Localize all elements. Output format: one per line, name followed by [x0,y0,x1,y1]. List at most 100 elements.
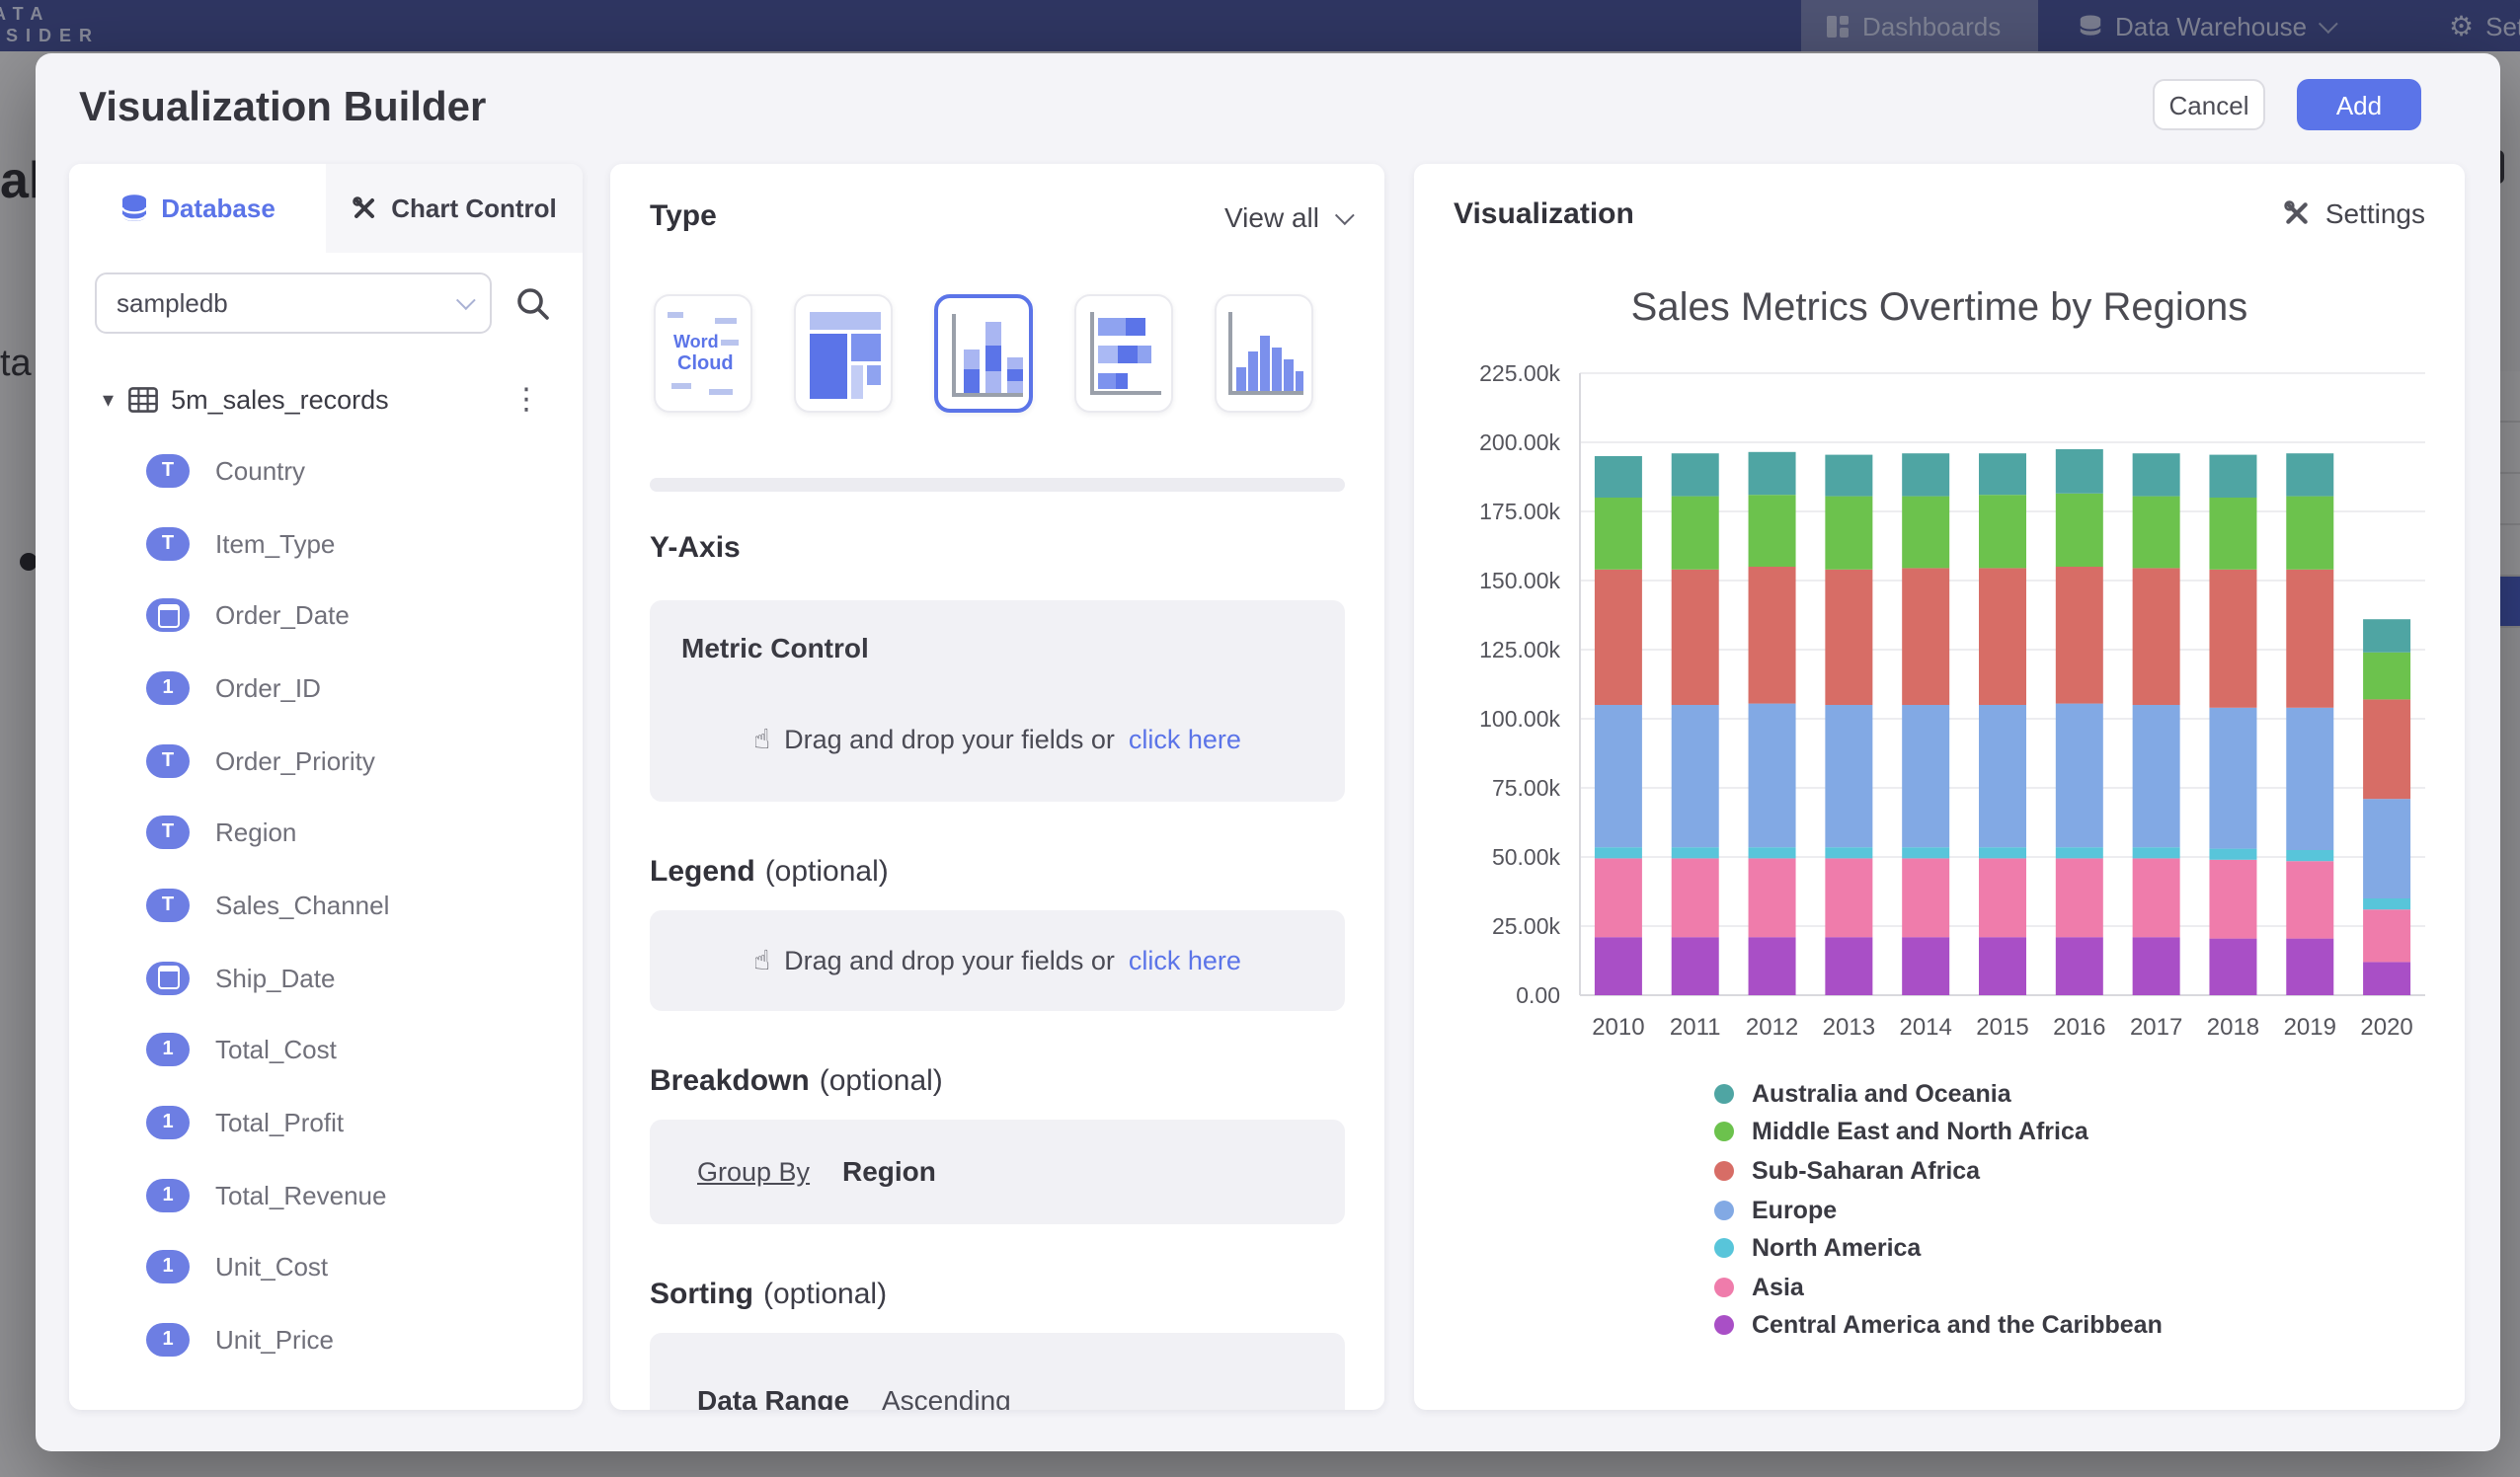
drop-hint-text: Drag and drop your fields or [784,725,1115,754]
legend-heading: Legend(optional) [650,855,889,889]
svg-text:2017: 2017 [2130,1014,2182,1041]
group-by-link[interactable]: Group By [697,1157,810,1187]
chart-legend: Australia and Oceania Middle East and No… [1714,1074,2163,1345]
field-item[interactable]: Total_Cost [69,1014,583,1086]
number-type-icon [146,1106,190,1139]
legend-item[interactable]: Europe [1714,1191,2163,1229]
legend-dot [1714,1238,1734,1258]
table-tree-header[interactable]: ▾ 5m_sales_records ⋮ [103,377,549,421]
visualization-builder-modal: Visualization Builder Cancel Add Databas… [36,53,2500,1451]
table-name: 5m_sales_records [171,384,490,414]
tap-hand-icon: ☝ [753,944,770,977]
treemap-thumbnail [796,296,891,411]
chevron-down-icon [1335,204,1355,224]
date-type-icon [146,961,190,994]
legend-dot [1714,1316,1734,1336]
data-range-link[interactable]: Data Range [697,1384,849,1410]
legend-item[interactable]: North America [1714,1229,2163,1268]
chart-type-treemap[interactable] [794,294,893,413]
drop-hint-text: Drag and drop your fields or [784,946,1115,975]
svg-text:0.00: 0.00 [1516,982,1560,1008]
field-item[interactable]: Order_Date [69,580,583,652]
svg-text:2011: 2011 [1670,1014,1721,1041]
text-type-icon [146,526,190,560]
stacked-bar-chart: 0.0025.00k50.00k75.00k100.00k125.00k150.… [1414,164,2465,1072]
chart-type-stacked-column[interactable] [934,294,1033,413]
svg-text:2019: 2019 [2284,1014,2336,1041]
legend-item[interactable]: Asia [1714,1268,2163,1306]
number-type-icon [146,671,190,705]
chart-type-word-cloud[interactable]: Word Cloud [654,294,752,413]
chart-type-stacked-bar[interactable] [1074,294,1173,413]
tools-icon [352,195,377,221]
breakdown-box: Group By Region [650,1120,1345,1224]
field-list: Country Item_Type Order_Date Order_ID Or… [69,434,583,1376]
legend-dot [1714,1084,1734,1104]
field-item[interactable]: Total_Profit [69,1086,583,1158]
word-cloud-thumbnail: Word Cloud [656,296,750,411]
svg-text:200.00k: 200.00k [1479,429,1560,455]
svg-text:2013: 2013 [1823,1014,1875,1041]
column-thumbnail [1217,296,1311,411]
svg-text:2018: 2018 [2207,1014,2259,1041]
svg-text:25.00k: 25.00k [1492,913,1561,939]
modal-title: Visualization Builder [79,85,486,132]
database-select-value: sampledb [117,288,228,318]
add-button[interactable]: Add [2297,79,2421,130]
horizontal-scrollbar[interactable] [650,478,1345,492]
field-item[interactable]: Order_ID [69,652,583,724]
number-type-icon [146,1323,190,1357]
svg-text:75.00k: 75.00k [1492,775,1561,801]
field-item[interactable]: Country [69,434,583,506]
y-axis-heading: Y-Axis [650,531,741,565]
database-select[interactable]: sampledb [95,272,492,334]
tap-hand-icon: ☝ [753,723,770,756]
tab-database[interactable]: Database [69,164,326,253]
field-item[interactable]: Sales_Channel [69,869,583,941]
legend-dot [1714,1161,1734,1181]
collapse-caret-icon[interactable]: ▾ [103,386,114,412]
click-here-link[interactable]: click here [1129,725,1241,754]
svg-text:2016: 2016 [2053,1014,2105,1041]
svg-text:2012: 2012 [1746,1014,1798,1041]
number-type-icon [146,1178,190,1211]
kebab-menu-icon[interactable]: ⋮ [504,381,549,417]
field-item[interactable]: Region [69,797,583,869]
date-type-icon [146,598,190,632]
text-type-icon [146,743,190,777]
click-here-link[interactable]: click here [1129,946,1241,975]
group-by-value: Region [842,1155,936,1187]
field-item[interactable]: Total_Revenue [69,1159,583,1231]
tab-database-label: Database [161,194,276,223]
field-item[interactable]: Ship_Date [69,942,583,1014]
view-all-label: View all [1224,201,1319,233]
svg-text:2015: 2015 [1976,1014,2028,1041]
legend-item[interactable]: Middle East and North Africa [1714,1113,2163,1151]
field-item[interactable]: Unit_Cost [69,1231,583,1303]
svg-text:125.00k: 125.00k [1479,637,1560,662]
svg-text:225.00k: 225.00k [1479,360,1560,386]
svg-text:175.00k: 175.00k [1479,499,1560,524]
metric-control-title: Metric Control [681,632,869,663]
field-item[interactable]: Unit_Price [69,1304,583,1376]
svg-text:2014: 2014 [1899,1014,1951,1041]
type-heading: Type [650,199,717,233]
field-item[interactable]: Order_Priority [69,725,583,797]
field-item[interactable]: Item_Type [69,506,583,579]
legend-item[interactable]: Central America and the Caribbean [1714,1306,2163,1345]
sorting-box: Data Range Ascending [650,1333,1345,1410]
view-all-button[interactable]: View all [1224,201,1349,233]
number-type-icon [146,1034,190,1067]
text-type-icon [146,816,190,850]
metric-dropzone[interactable]: Metric Control ☝ Drag and drop your fiel… [650,600,1345,802]
breakdown-heading: Breakdown(optional) [650,1064,943,1098]
chart-type-column[interactable] [1215,294,1313,413]
database-panel: Database Chart Control sampledb [69,164,583,1410]
tab-chart-control[interactable]: Chart Control [326,164,583,253]
cancel-button[interactable]: Cancel [2153,79,2265,130]
legend-item[interactable]: Australia and Oceania [1714,1074,2163,1113]
search-icon[interactable] [515,286,551,322]
text-type-icon [146,454,190,488]
legend-item[interactable]: Sub-Saharan Africa [1714,1151,2163,1190]
legend-dropzone[interactable]: ☝ Drag and drop your fields or click her… [650,910,1345,1011]
